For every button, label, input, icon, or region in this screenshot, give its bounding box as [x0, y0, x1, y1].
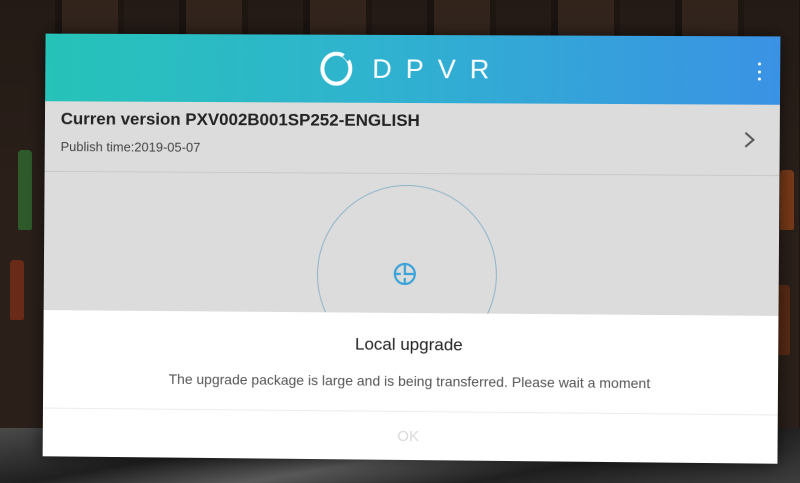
- vr-settings-panel: DPVR Curren version PXV002B001SP252-ENGL…: [43, 34, 781, 464]
- dialog-message: The upgrade package is large and is bein…: [43, 370, 778, 393]
- more-vertical-icon[interactable]: [756, 62, 762, 80]
- bottle-decor: [10, 260, 24, 320]
- dpvr-ring-logo-icon: [318, 51, 354, 87]
- dialog-title: Local upgrade: [43, 332, 778, 358]
- version-title: Curren version PXV002B001SP252-ENGLISH: [61, 109, 420, 131]
- crosshair-target-icon: [391, 260, 419, 293]
- brand-name: DPVR: [372, 53, 503, 85]
- current-version-row[interactable]: Curren version PXV002B001SP252-ENGLISH P…: [45, 101, 780, 176]
- bottle-decor: [780, 170, 794, 230]
- ok-button[interactable]: OK: [43, 409, 778, 464]
- brand-logo: DPVR: [318, 51, 503, 88]
- app-header: DPVR: [45, 34, 780, 105]
- publish-time: Publish time:2019-05-07: [61, 139, 201, 155]
- local-upgrade-dialog: Local upgrade The upgrade package is lar…: [43, 310, 779, 464]
- chevron-right-icon: [743, 131, 755, 154]
- bottle-decor: [18, 150, 32, 230]
